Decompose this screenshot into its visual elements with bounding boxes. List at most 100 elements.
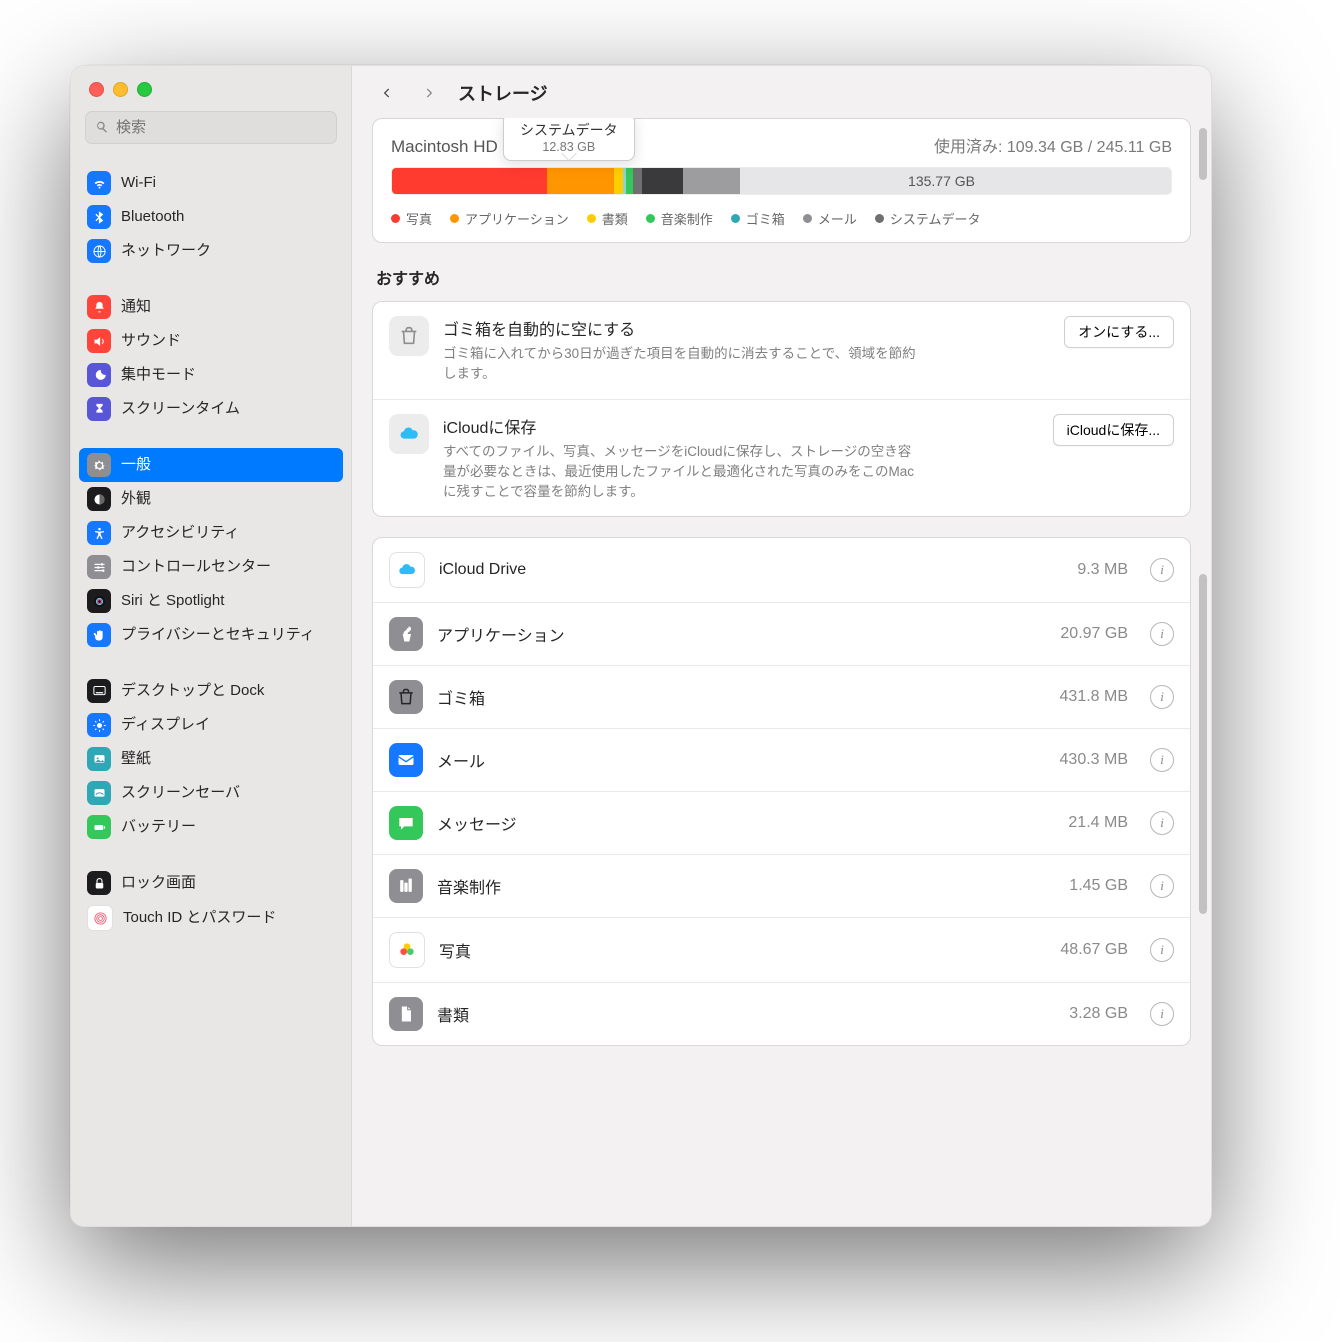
sidebar-item[interactable]: ロック画面 (71, 866, 351, 900)
sidebar-item-label: ネットワーク (121, 240, 211, 262)
sidebar-item-label: 壁紙 (121, 748, 151, 770)
nav-back-button[interactable] (374, 80, 400, 106)
sidebar-item[interactable]: 集中モード (71, 358, 351, 392)
legend-label: システムデータ (890, 209, 981, 228)
legend-item: メール (803, 209, 857, 228)
sidebar-item-label: Siri と Spotlight (121, 590, 224, 612)
legend-item: アプリケーション (450, 209, 569, 228)
bluetooth-icon (87, 205, 111, 229)
storage-row[interactable]: 音楽制作1.45 GBi (373, 854, 1190, 917)
storage-row-size: 48.67 GB (1060, 941, 1128, 959)
legend-label: 写真 (406, 209, 432, 228)
sidebar-item-label: デスクトップと Dock (121, 680, 264, 702)
legend-dot (391, 214, 400, 223)
siri-icon (87, 589, 111, 613)
sidebar-item[interactable]: Bluetooth (71, 200, 351, 234)
storage-row[interactable]: 書類3.28 GBi (373, 982, 1190, 1045)
info-icon[interactable]: i (1150, 938, 1174, 962)
recommend-item: ゴミ箱を自動的に空にするゴミ箱に入れてから30日が過ぎた項目を自動的に消去するこ… (373, 302, 1190, 399)
recommend-desc: ゴミ箱に入れてから30日が過ぎた項目を自動的に消去することで、領域を節約します。 (443, 344, 923, 385)
moon-icon (87, 363, 111, 387)
sidebar-item[interactable]: コントロールセンター (71, 550, 351, 584)
appearance-icon (87, 487, 111, 511)
storage-row[interactable]: ゴミ箱431.8 MBi (373, 665, 1190, 728)
info-icon[interactable]: i (1150, 874, 1174, 898)
legend-dot (803, 214, 812, 223)
storage-row[interactable]: メッセージ21.4 MBi (373, 791, 1190, 854)
info-icon[interactable]: i (1150, 748, 1174, 772)
storage-bar-segment[interactable] (642, 168, 683, 194)
page-title: ストレージ (458, 80, 548, 106)
sidebar-item-label: コントロールセンター (121, 556, 271, 578)
battery-icon (87, 815, 111, 839)
storage-bar[interactable]: 135.77 GB (391, 167, 1172, 195)
recommend-action-button[interactable]: iCloudに保存... (1053, 414, 1174, 446)
icloud-icon (389, 414, 429, 454)
sidebar-search (85, 111, 337, 144)
recommend-action-button[interactable]: オンにする... (1064, 316, 1174, 348)
storage-bar-segment[interactable] (614, 168, 624, 194)
dock-icon (87, 679, 111, 703)
info-icon[interactable]: i (1150, 1002, 1174, 1026)
sidebar-item[interactable]: 通知 (71, 290, 351, 324)
storage-bar-segment[interactable] (547, 168, 614, 194)
storage-row-size: 20.97 GB (1060, 625, 1128, 643)
sidebar-item[interactable]: Siri と Spotlight (71, 584, 351, 618)
sidebar-item[interactable]: プライバシーとセキュリティ (71, 618, 351, 652)
storage-row-size: 21.4 MB (1068, 814, 1128, 832)
info-icon[interactable]: i (1150, 811, 1174, 835)
sidebar-item-label: バッテリー (121, 816, 196, 838)
sidebar-item[interactable]: サウンド (71, 324, 351, 358)
legend-dot (587, 214, 596, 223)
storage-row-size: 3.28 GB (1069, 1005, 1128, 1023)
fullscreen-window-button[interactable] (137, 82, 152, 97)
mail-icon (389, 743, 423, 777)
nav-forward-button[interactable] (416, 80, 442, 106)
recommend-title: ゴミ箱を自動的に空にする (443, 316, 1050, 340)
accessibility-icon (87, 521, 111, 545)
sidebar-item[interactable]: ネットワーク (71, 234, 351, 268)
scrollbar-thumb[interactable] (1199, 574, 1207, 914)
legend-label: メール (818, 209, 857, 228)
storage-row[interactable]: 写真48.67 GBi (373, 917, 1190, 982)
window-controls (71, 66, 351, 107)
minimize-window-button[interactable] (113, 82, 128, 97)
sidebar-item[interactable]: アクセシビリティ (71, 516, 351, 550)
wallpaper-icon (87, 747, 111, 771)
info-icon[interactable]: i (1150, 558, 1174, 582)
info-icon[interactable]: i (1150, 622, 1174, 646)
storage-bar-segment[interactable] (683, 168, 740, 194)
sidebar-item[interactable]: バッテリー (71, 810, 351, 844)
messages-icon (389, 806, 423, 840)
touchid-icon (87, 905, 113, 931)
close-window-button[interactable] (89, 82, 104, 97)
sidebar-item[interactable]: デスクトップと Dock (71, 674, 351, 708)
trash-icon (389, 316, 429, 356)
sidebar-item[interactable]: スクリーンタイム (71, 392, 351, 426)
sidebar-item[interactable]: 壁紙 (71, 742, 351, 776)
sidebar-item[interactable]: 一般 (79, 448, 343, 482)
hover-tooltip: システムデータ 12.83 GB (503, 118, 635, 161)
info-icon[interactable]: i (1150, 685, 1174, 709)
search-input[interactable] (85, 111, 337, 144)
sidebar-item[interactable]: Touch ID とパスワード (71, 900, 351, 936)
scrollbar-thumb[interactable] (1199, 128, 1207, 180)
storage-bar-segment[interactable] (633, 168, 643, 194)
storage-row[interactable]: アプリケーション20.97 GBi (373, 602, 1190, 665)
storage-bar-segment[interactable] (740, 168, 1171, 194)
sidebar-item[interactable]: Wi-Fi (71, 166, 351, 200)
storage-row[interactable]: メール430.3 MBi (373, 728, 1190, 791)
storage-bar-segment[interactable] (392, 168, 547, 194)
sidebar-item[interactable]: スクリーンセーバ (71, 776, 351, 810)
bell-icon (87, 295, 111, 319)
sidebar-item-label: スクリーンタイム (121, 398, 240, 420)
sidebar-item[interactable]: 外観 (71, 482, 351, 516)
storage-row[interactable]: iCloud Drive9.3 MBi (373, 538, 1190, 602)
sidebar-item-label: ディスプレイ (121, 714, 210, 736)
sidebar-item[interactable]: ディスプレイ (71, 708, 351, 742)
recommend-desc: すべてのファイル、写真、メッセージをiCloudに保存し、ストレージの空き容量が… (443, 442, 923, 503)
sidebar-item-label: 集中モード (121, 364, 196, 386)
storage-row-size: 1.45 GB (1069, 877, 1128, 895)
sidebar-item-label: ロック画面 (121, 872, 196, 894)
legend-label: アプリケーション (465, 209, 569, 228)
